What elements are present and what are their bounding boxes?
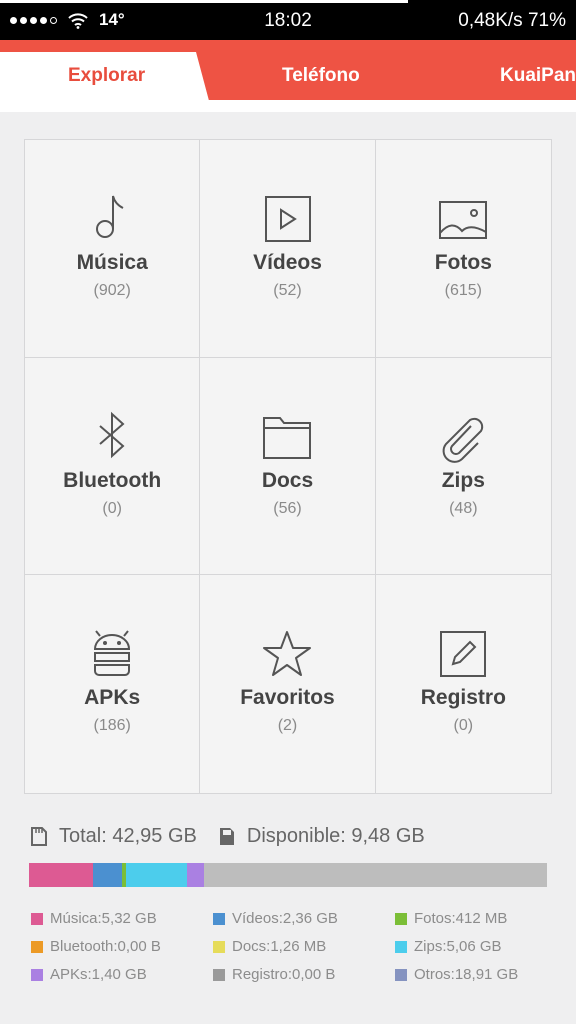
legend-swatch — [213, 940, 225, 953]
sd-card-icon — [31, 827, 47, 846]
storage-available: Disponible: 9,48 GB — [246, 825, 425, 847]
legend-swatch — [31, 940, 43, 953]
category-label: Bluetooth — [63, 468, 162, 492]
category-grid: Música (902) Vídeos (52) Fotos (615) Blu… — [24, 139, 552, 794]
legend-item: Registro:0,00 B — [213, 966, 395, 983]
legend-label: Fotos:412 MB — [414, 910, 508, 927]
category-fotos[interactable]: Fotos (615) — [375, 140, 551, 358]
legend-label: Zips:5,06 GB — [414, 938, 502, 955]
legend-item: Otros:18,91 GB — [395, 966, 561, 983]
category-label: Registro — [420, 686, 506, 710]
storage-total: Total: 42,95 GB — [59, 825, 197, 847]
category-label: Zips — [441, 468, 485, 492]
storage-segment — [29, 863, 94, 887]
category-count: (615) — [444, 282, 482, 299]
category-count: (0) — [453, 717, 474, 735]
status-bar: 14° 18:02 0,48K/s 71% — [0, 0, 576, 40]
legend-item: Docs:1,26 MB — [213, 938, 395, 955]
legend-item: Zips:5,06 GB — [395, 938, 561, 955]
legend-label: Docs:1,26 MB — [232, 938, 327, 955]
legend-swatch — [31, 968, 43, 981]
legend-swatch — [31, 912, 43, 925]
legend-label: Vídeos:2,36 GB — [232, 910, 338, 927]
category-count: (902) — [93, 282, 131, 299]
category-bluetooth[interactable]: Bluetooth (0) — [25, 357, 201, 576]
category-label: Favoritos — [240, 686, 335, 710]
legend-label: Bluetooth:0,00 B — [50, 938, 161, 955]
category-registro[interactable]: Registro (0) — [376, 575, 551, 793]
legend-label: Música:5,32 GB — [50, 910, 157, 927]
category-count: (48) — [449, 499, 478, 517]
category-musica[interactable]: Música (902) — [25, 140, 201, 358]
legend-item: Vídeos:2,36 GB — [213, 910, 395, 927]
star-icon — [260, 627, 314, 681]
category-favoritos[interactable]: Favoritos (2) — [200, 575, 376, 793]
legend-item: APKs:1,40 GB — [31, 966, 213, 983]
category-label: Vídeos — [253, 251, 322, 274]
legend-swatch — [395, 912, 407, 925]
paperclip-icon — [436, 410, 490, 464]
legend-swatch — [395, 968, 407, 981]
category-videos[interactable]: Vídeos (52) — [200, 140, 376, 358]
category-label: Docs — [261, 468, 314, 492]
legend-swatch — [395, 940, 407, 953]
legend-item: Música:5,32 GB — [31, 910, 213, 927]
storage-legend: Música:5,32 GB Vídeos:2,36 GB Fotos:412 MB… — [31, 910, 561, 983]
category-count: (186) — [93, 717, 131, 735]
category-zips[interactable]: Zips (48) — [375, 358, 551, 576]
category-label: Fotos — [434, 251, 492, 274]
bluetooth-icon — [85, 410, 139, 464]
category-count: (56) — [273, 499, 302, 517]
tab-explorar[interactable]: Explorar — [68, 65, 145, 87]
legend-item: Fotos:412 MB — [395, 910, 561, 927]
category-count: (52) — [273, 282, 302, 299]
category-apks[interactable]: APKs (186) — [25, 575, 201, 793]
category-label: Música — [76, 251, 148, 274]
tab-bar: Explorar Teléfono KuaiPan — [0, 40, 576, 112]
legend-label: Registro:0,00 B — [232, 966, 336, 983]
storage-usage-bar — [29, 863, 547, 887]
android-icon — [85, 627, 139, 681]
legend-label: APKs:1,40 GB — [50, 966, 147, 983]
sd-card-filled-icon — [219, 828, 234, 845]
legend-swatch — [213, 912, 225, 925]
folder-icon — [260, 410, 314, 464]
legend-item: Bluetooth:0,00 B — [31, 938, 213, 955]
category-label: APKs — [84, 686, 141, 710]
legend-swatch — [213, 968, 225, 981]
tab-kuaipan[interactable]: KuaiPan — [500, 65, 576, 87]
network-battery-status: 0,48K/s 71% — [458, 10, 566, 31]
tab-telefono[interactable]: Teléfono — [282, 65, 360, 87]
image-icon — [436, 192, 490, 246]
storage-segment — [93, 863, 122, 887]
storage-segment — [126, 863, 188, 887]
video-play-icon — [260, 192, 314, 246]
music-note-icon — [85, 192, 139, 246]
category-count: (2) — [277, 717, 298, 735]
legend-label: Otros:18,91 GB — [414, 966, 519, 983]
edit-icon — [436, 627, 490, 681]
category-count: (0) — [102, 499, 122, 517]
storage-segment — [187, 863, 205, 887]
storage-info: Total: 42,95 GB Disponible: 9,48 GB — [31, 825, 425, 848]
category-docs[interactable]: Docs (56) — [200, 357, 376, 576]
